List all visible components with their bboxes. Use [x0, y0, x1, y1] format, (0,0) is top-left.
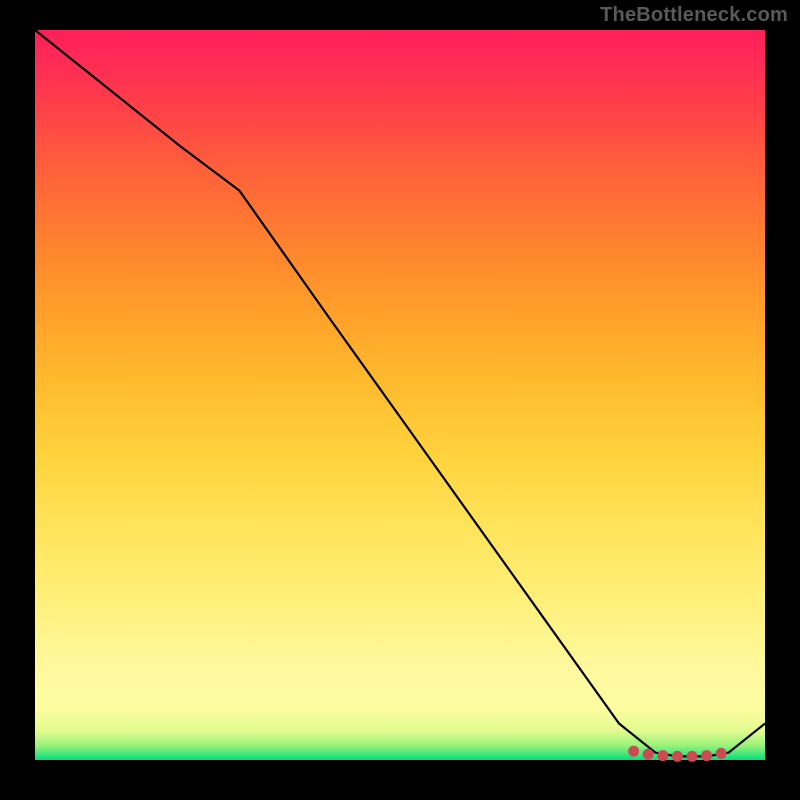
marker-dot: [687, 751, 698, 762]
bottleneck-curve: [35, 30, 765, 756]
marker-dot: [716, 748, 727, 759]
marker-dot: [672, 751, 683, 762]
marker-dot: [657, 750, 668, 761]
marker-dot: [701, 750, 712, 761]
chart-svg: [35, 30, 765, 760]
watermark-label: TheBottleneck.com: [600, 4, 788, 27]
marker-dot: [628, 746, 639, 757]
chart-container: TheBottleneck.com: [0, 0, 800, 800]
plot-area: [35, 30, 765, 760]
optimal-range-markers: [628, 746, 727, 762]
marker-dot: [643, 749, 654, 760]
